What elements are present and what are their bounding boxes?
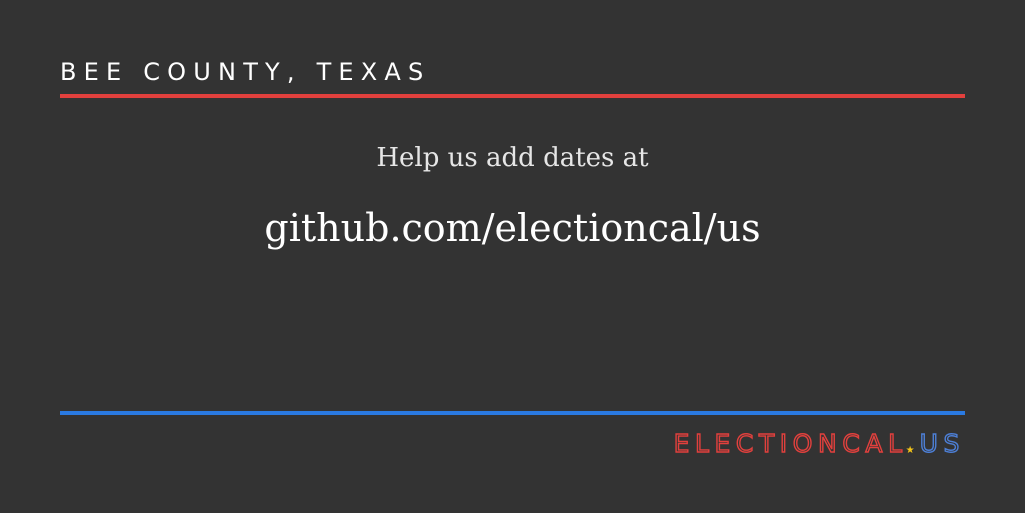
- star-icon: ★: [905, 444, 915, 456]
- county-title: BEE COUNTY, TEXAS: [60, 58, 431, 86]
- repo-link[interactable]: github.com/electioncal/us: [0, 206, 1025, 250]
- bottom-divider: [60, 411, 965, 415]
- logo-tld: US: [919, 428, 965, 458]
- logo-word: ELECTIONCAL: [673, 428, 908, 458]
- electioncal-logo: ELECTIONCAL ★ US: [673, 428, 965, 458]
- top-divider: [60, 94, 965, 98]
- help-prompt: Help us add dates at: [376, 143, 649, 173]
